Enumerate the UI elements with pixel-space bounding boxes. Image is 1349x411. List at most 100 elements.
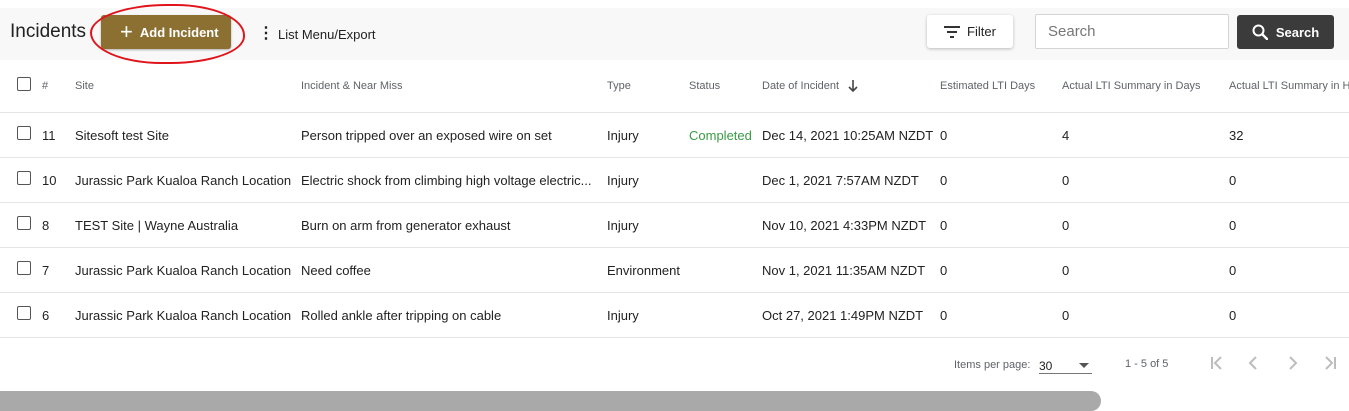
cell-number: 6 [42, 292, 75, 338]
add-incident-label: Add Incident [139, 24, 219, 40]
cell-status [689, 157, 762, 203]
toolbar: Incidents + Add Incident ⋮ List Menu/Exp… [0, 4, 1349, 64]
previous-page-button[interactable] [1241, 350, 1267, 376]
cell-number: 7 [42, 247, 75, 293]
cell-number: 11 [42, 112, 75, 158]
cell-incident[interactable]: Electric shock from climbing high voltag… [301, 157, 607, 203]
table-row[interactable]: 10 Jurassic Park Kualoa Ranch Location E… [0, 157, 1349, 203]
row-checkbox[interactable] [17, 216, 31, 231]
row-checkbox-cell [0, 157, 42, 203]
cell-estimated-lti: 0 [940, 247, 1062, 293]
cell-actual-lti-days: 0 [1062, 247, 1229, 293]
cell-type: Injury [607, 202, 689, 248]
incident-text: Need coffee [301, 262, 371, 278]
row-checkbox[interactable] [17, 261, 31, 276]
search-icon [1252, 24, 1268, 40]
cell-incident[interactable]: Need coffee [301, 247, 607, 293]
cell-actual-lti-days: 0 [1062, 292, 1229, 338]
filter-icon [944, 25, 961, 38]
filter-button[interactable]: Filter [927, 15, 1013, 48]
table-row[interactable]: 11 Sitesoft test Site Person tripped ove… [0, 112, 1349, 158]
select-all-checkbox[interactable] [17, 77, 31, 92]
horizontal-scrollbar[interactable] [0, 391, 1101, 411]
more-vert-icon: ⋮ [258, 25, 274, 42]
cell-site: Jurassic Park Kualoa Ranch Location [75, 292, 301, 338]
cell-date: Dec 14, 2021 10:25AM NZDT [762, 112, 940, 158]
cell-type: Injury [607, 292, 689, 338]
cell-site: Sitesoft test Site [75, 112, 301, 158]
cell-type: Injury [607, 112, 689, 158]
filter-label: Filter [967, 24, 996, 39]
cell-incident[interactable]: Person tripped over an exposed wire on s… [301, 112, 607, 158]
column-header-date[interactable]: Date of Incident [762, 60, 940, 113]
cell-site: TEST Site | Wayne Australia [75, 202, 301, 248]
search-button[interactable]: Search [1237, 15, 1334, 49]
cell-actual-lti-hours: 0 [1229, 202, 1349, 248]
row-checkbox-cell [0, 202, 42, 248]
row-checkbox-cell [0, 292, 42, 338]
cell-date: Nov 10, 2021 4:33PM NZDT [762, 202, 940, 248]
first-page-icon [1211, 356, 1222, 370]
cell-type: Injury [607, 157, 689, 203]
cell-estimated-lti: 0 [940, 157, 1062, 203]
cell-incident[interactable]: Rolled ankle after tripping on cable [301, 292, 607, 338]
prev-page-icon [1248, 356, 1257, 370]
page-title: Incidents [10, 21, 87, 42]
table-row[interactable]: 6 Jurassic Park Kualoa Ranch Location Ro… [0, 292, 1349, 338]
row-checkbox[interactable] [17, 126, 31, 141]
cell-site: Jurassic Park Kualoa Ranch Location [75, 157, 301, 203]
cell-date: Nov 1, 2021 11:35AM NZDT [762, 247, 940, 293]
cell-actual-lti-hours: 0 [1229, 157, 1349, 203]
column-header-actual-lti-days[interactable]: Actual LTI Summary in Days [1062, 60, 1229, 113]
column-header-estimated-lti[interactable]: Estimated LTI Days [940, 60, 1062, 113]
cell-site: Jurassic Park Kualoa Ranch Location [75, 247, 301, 293]
table-row[interactable]: 7 Jurassic Park Kualoa Ranch Location Ne… [0, 247, 1349, 293]
first-page-button[interactable] [1204, 350, 1230, 376]
last-page-icon [1325, 356, 1336, 370]
cell-number: 8 [42, 202, 75, 248]
cell-status [689, 292, 762, 338]
next-page-button[interactable] [1279, 350, 1305, 376]
items-per-page-label: Items per page: [954, 359, 1031, 371]
search-input[interactable] [1035, 14, 1229, 49]
next-page-icon [1289, 356, 1298, 370]
cell-estimated-lti: 0 [940, 202, 1062, 248]
row-checkbox[interactable] [17, 306, 31, 321]
cell-status [689, 202, 762, 248]
paginator: Items per page: 30 1 - 5 of 5 [0, 350, 1349, 380]
select-all-cell [0, 60, 42, 113]
incident-text: Electric shock from climbing high voltag… [301, 172, 592, 188]
column-header-type[interactable]: Type [607, 60, 689, 113]
column-header-number[interactable]: # [42, 60, 75, 113]
column-header-incident[interactable]: Incident & Near Miss [301, 60, 607, 113]
incidents-table: # Site Incident & Near Miss Type Status … [0, 60, 1349, 338]
items-per-page-select[interactable]: 30 [1039, 355, 1092, 374]
cell-status [689, 247, 762, 293]
cell-status: Completed [689, 112, 762, 158]
row-checkbox-cell [0, 247, 42, 293]
cell-actual-lti-days: 4 [1062, 112, 1229, 158]
cell-incident[interactable]: Burn on arm from generator exhaust [301, 202, 607, 248]
column-header-site[interactable]: Site [75, 60, 301, 113]
column-header-date-label: Date of Incident [762, 79, 840, 92]
search-button-label: Search [1275, 24, 1320, 40]
sort-arrow-down-icon [848, 80, 858, 93]
cell-estimated-lti: 0 [940, 112, 1062, 158]
cell-date: Oct 27, 2021 1:49PM NZDT [762, 292, 940, 338]
column-header-actual-lti-hours[interactable]: Actual LTI Summary in H [1229, 60, 1349, 113]
cell-type: Environment [607, 247, 689, 293]
cell-actual-lti-hours: 0 [1229, 247, 1349, 293]
page-range-label: 1 - 5 of 5 [1125, 358, 1169, 370]
list-menu-export-button[interactable]: ⋮ List Menu/Export [258, 24, 376, 44]
table-row[interactable]: 8 TEST Site | Wayne Australia Burn on ar… [0, 202, 1349, 248]
cell-actual-lti-days: 0 [1062, 202, 1229, 248]
header-row: # Site Incident & Near Miss Type Status … [0, 60, 1349, 113]
add-incident-button[interactable]: + Add Incident [101, 15, 231, 49]
cell-actual-lti-hours: 32 [1229, 112, 1349, 158]
last-page-button[interactable] [1317, 350, 1343, 376]
items-per-page-value: 30 [1039, 359, 1053, 373]
column-header-status[interactable]: Status [689, 60, 762, 113]
row-checkbox[interactable] [17, 171, 31, 186]
cell-actual-lti-hours: 0 [1229, 292, 1349, 338]
cell-number: 10 [42, 157, 75, 203]
